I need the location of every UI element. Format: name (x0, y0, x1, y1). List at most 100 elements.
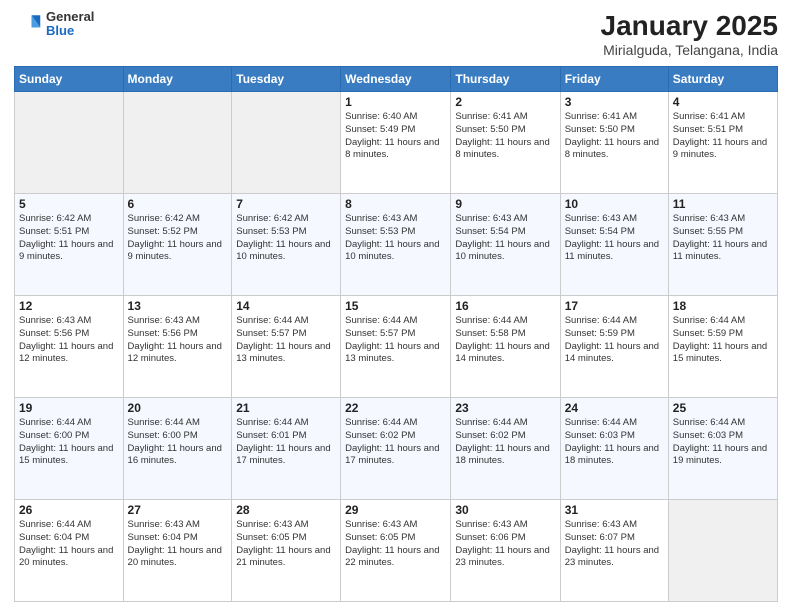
title-block: January 2025 Mirialguda, Telangana, Indi… (601, 10, 778, 58)
day-info: Sunrise: 6:42 AM Sunset: 5:51 PM Dayligh… (19, 213, 119, 264)
logo-text: General Blue (46, 10, 94, 39)
calendar-week-row: 26Sunrise: 6:44 AM Sunset: 6:04 PM Dayli… (15, 500, 778, 602)
day-number: 27 (128, 503, 228, 517)
day-number: 12 (19, 299, 119, 313)
day-info: Sunrise: 6:43 AM Sunset: 5:55 PM Dayligh… (673, 213, 773, 264)
day-number: 22 (345, 401, 446, 415)
table-row: 22Sunrise: 6:44 AM Sunset: 6:02 PM Dayli… (341, 398, 451, 500)
table-row: 23 Sunrise: 6:44 AM Sunset: 6:02 PM Dayli… (451, 398, 560, 500)
day-number: 7 (236, 197, 336, 211)
day-info: Sunrise: 6:43 AM Sunset: 6:07 PM Dayligh… (565, 519, 664, 570)
day-number: 24 (565, 401, 664, 415)
day-number: 1 (345, 95, 446, 109)
day-info: Sunrise: 6:44 AM Sunset: 6:02 PM Dayligh… (455, 417, 555, 468)
calendar-week-row: 19 Sunrise: 6:44 AM Sunset: 6:00 PM Dayli… (15, 398, 778, 500)
logo: General Blue (14, 10, 94, 39)
day-number: 31 (565, 503, 664, 517)
table-row: 16 Sunrise: 6:44 AM Sunset: 5:58 PM Dayli… (451, 296, 560, 398)
day-number: 19 (19, 401, 119, 415)
day-number: 17 (565, 299, 664, 313)
day-number: 23 (455, 401, 555, 415)
header-sunday: Sunday (15, 67, 124, 92)
day-number: 15 (345, 299, 446, 313)
table-row: 9Sunrise: 6:43 AM Sunset: 5:54 PM Daylig… (451, 194, 560, 296)
table-row: 10 Sunrise: 6:43 AM Sunset: 5:54 PM Dayli… (560, 194, 668, 296)
day-info: Sunrise: 6:41 AM Sunset: 5:50 PM Dayligh… (565, 111, 664, 162)
calendar-week-row: 1 Sunrise: 6:40 AM Sunset: 5:49 PM Daylig… (15, 92, 778, 194)
day-info: Sunrise: 6:43 AM Sunset: 5:54 PM Dayligh… (455, 213, 555, 264)
day-info: Sunrise: 6:40 AM Sunset: 5:49 PM Dayligh… (345, 111, 446, 162)
weekday-header-row: Sunday Monday Tuesday Wednesday Thursday… (15, 67, 778, 92)
header-friday: Friday (560, 67, 668, 92)
table-row: 21 Sunrise: 6:44 AM Sunset: 6:01 PM Dayli… (232, 398, 341, 500)
table-row: 28 Sunrise: 6:43 AM Sunset: 6:05 PM Dayli… (232, 500, 341, 602)
logo-icon (14, 10, 42, 38)
day-info: Sunrise: 6:43 AM Sunset: 5:56 PM Dayligh… (128, 315, 228, 366)
table-row: 31 Sunrise: 6:43 AM Sunset: 6:07 PM Dayli… (560, 500, 668, 602)
table-row: 5 Sunrise: 6:42 AM Sunset: 5:51 PM Daylig… (15, 194, 124, 296)
day-info: Sunrise: 6:43 AM Sunset: 6:04 PM Dayligh… (128, 519, 228, 570)
day-info: Sunrise: 6:42 AM Sunset: 5:53 PM Dayligh… (236, 213, 336, 264)
day-number: 14 (236, 299, 336, 313)
day-number: 8 (345, 197, 446, 211)
day-info: Sunrise: 6:43 AM Sunset: 5:53 PM Dayligh… (345, 213, 446, 264)
day-info: Sunrise: 6:43 AM Sunset: 6:05 PM Dayligh… (236, 519, 336, 570)
table-row: 27 Sunrise: 6:43 AM Sunset: 6:04 PM Dayli… (123, 500, 232, 602)
table-row: 26Sunrise: 6:44 AM Sunset: 6:04 PM Dayli… (15, 500, 124, 602)
day-number: 28 (236, 503, 336, 517)
calendar-week-row: 5 Sunrise: 6:42 AM Sunset: 5:51 PM Daylig… (15, 194, 778, 296)
table-row: 12Sunrise: 6:43 AM Sunset: 5:56 PM Dayli… (15, 296, 124, 398)
day-info: Sunrise: 6:43 AM Sunset: 5:54 PM Dayligh… (565, 213, 664, 264)
table-row: 7 Sunrise: 6:42 AM Sunset: 5:53 PM Daylig… (232, 194, 341, 296)
calendar-week-row: 12 Sunrise: 6:43 AM Sunset: 5:56 PM Dayli… (15, 296, 778, 398)
day-number: 10 (565, 197, 664, 211)
day-info: Sunrise: 6:44 AM Sunset: 6:00 PM Dayligh… (128, 417, 228, 468)
day-number: 6 (128, 197, 228, 211)
header-saturday: Saturday (668, 67, 777, 92)
day-info: Sunrise: 6:44 AM Sunset: 6:00 PM Dayligh… (19, 417, 119, 468)
table-row: 6 Sunrise: 6:42 AM Sunset: 5:52 PM Daylig… (123, 194, 232, 296)
table-row: 2 Sunrise: 6:41 AM Sunset: 5:50 PM Daylig… (451, 92, 560, 194)
header-wednesday: Wednesday (341, 67, 451, 92)
header: General Blue January 2025 Mirialguda, Te… (14, 10, 778, 58)
day-info: Sunrise: 6:44 AM Sunset: 5:57 PM Dayligh… (345, 315, 446, 366)
day-info: Sunrise: 6:44 AM Sunset: 5:58 PM Dayligh… (455, 315, 555, 366)
day-info: Sunrise: 6:43 AM Sunset: 6:06 PM Dayligh… (455, 519, 555, 570)
table-row: 17Sunrise: 6:44 AM Sunset: 5:59 PM Dayli… (560, 296, 668, 398)
table-row: 24 Sunrise: 6:44 AM Sunset: 6:03 PM Dayli… (560, 398, 668, 500)
day-number: 21 (236, 401, 336, 415)
calendar-table: Sunday Monday Tuesday Wednesday Thursday… (14, 66, 778, 602)
table-row: 3 Sunrise: 6:41 AM Sunset: 5:50 PM Daylig… (560, 92, 668, 194)
day-number: 5 (19, 197, 119, 211)
calendar-subtitle: Mirialguda, Telangana, India (601, 42, 778, 58)
table-row: 1 Sunrise: 6:40 AM Sunset: 5:49 PM Daylig… (341, 92, 451, 194)
day-number: 2 (455, 95, 555, 109)
logo-blue: Blue (46, 24, 94, 38)
day-info: Sunrise: 6:44 AM Sunset: 6:03 PM Dayligh… (673, 417, 773, 468)
table-row (123, 92, 232, 194)
day-info: Sunrise: 6:44 AM Sunset: 5:59 PM Dayligh… (673, 315, 773, 366)
table-row: 4Sunrise: 6:41 AM Sunset: 5:51 PM Daylig… (668, 92, 777, 194)
calendar-title: January 2025 (601, 10, 778, 42)
header-tuesday: Tuesday (232, 67, 341, 92)
day-info: Sunrise: 6:42 AM Sunset: 5:52 PM Dayligh… (128, 213, 228, 264)
day-info: Sunrise: 6:44 AM Sunset: 6:03 PM Dayligh… (565, 417, 664, 468)
table-row: 18Sunrise: 6:44 AM Sunset: 5:59 PM Dayli… (668, 296, 777, 398)
table-row: 13Sunrise: 6:43 AM Sunset: 5:56 PM Dayli… (123, 296, 232, 398)
table-row: 14Sunrise: 6:44 AM Sunset: 5:57 PM Dayli… (232, 296, 341, 398)
day-number: 20 (128, 401, 228, 415)
table-row (15, 92, 124, 194)
table-row: 29Sunrise: 6:43 AM Sunset: 6:05 PM Dayli… (341, 500, 451, 602)
day-info: Sunrise: 6:43 AM Sunset: 6:05 PM Dayligh… (345, 519, 446, 570)
table-row (232, 92, 341, 194)
day-number: 11 (673, 197, 773, 211)
table-row: 30Sunrise: 6:43 AM Sunset: 6:06 PM Dayli… (451, 500, 560, 602)
day-number: 3 (565, 95, 664, 109)
day-info: Sunrise: 6:41 AM Sunset: 5:50 PM Dayligh… (455, 111, 555, 162)
day-info: Sunrise: 6:41 AM Sunset: 5:51 PM Dayligh… (673, 111, 773, 162)
logo-general: General (46, 10, 94, 24)
day-number: 16 (455, 299, 555, 313)
day-info: Sunrise: 6:44 AM Sunset: 6:01 PM Dayligh… (236, 417, 336, 468)
page: General Blue January 2025 Mirialguda, Te… (0, 0, 792, 612)
table-row: 15 Sunrise: 6:44 AM Sunset: 5:57 PM Dayli… (341, 296, 451, 398)
